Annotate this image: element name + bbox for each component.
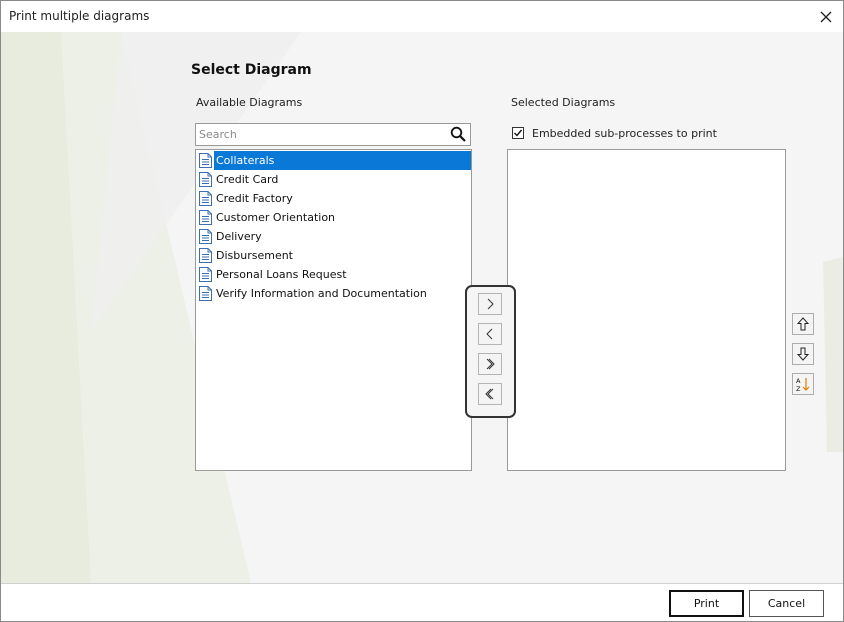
svg-text:A: A	[796, 377, 801, 385]
diagram-doc-icon	[199, 248, 212, 263]
embedded-subprocesses-label[interactable]: Embedded sub-processes to print	[532, 127, 717, 140]
list-item-label: Disbursement	[216, 249, 293, 262]
sort-az-icon: A Z	[796, 377, 810, 392]
print-multiple-diagrams-dialog: Print multiple diagrams Select Diagram A…	[0, 0, 844, 622]
diagram-doc-icon	[199, 229, 212, 244]
page-title: Select Diagram	[191, 62, 312, 78]
list-item[interactable]: Personal Loans Request	[197, 265, 471, 284]
move-left-icon	[486, 328, 493, 340]
diagram-doc-icon	[199, 267, 212, 282]
available-diagrams-label: Available Diagrams	[196, 96, 303, 109]
list-item[interactable]: Credit Factory	[197, 189, 471, 208]
sort-az-button[interactable]: A Z	[792, 373, 814, 395]
dialog-body: Select Diagram Available Diagrams Select…	[1, 32, 843, 583]
move-all-left-icon	[485, 388, 494, 400]
move-all-right-icon	[486, 358, 495, 370]
list-item[interactable]: Collaterals	[197, 151, 471, 170]
move-right-button[interactable]	[478, 293, 502, 315]
close-button[interactable]	[809, 1, 843, 32]
list-item-label: Credit Factory	[216, 192, 293, 205]
embedded-subprocesses-checkbox[interactable]	[512, 127, 524, 139]
close-icon	[820, 11, 832, 22]
title-bar: Print multiple diagrams	[1, 1, 843, 32]
selected-diagrams-list[interactable]	[507, 149, 786, 471]
print-button[interactable]: Print	[669, 590, 744, 617]
list-item-label: Personal Loans Request	[216, 268, 347, 281]
list-item[interactable]: Verify Information and Documentation	[197, 284, 471, 303]
selected-diagrams-label: Selected Diagrams	[511, 96, 616, 109]
diagram-doc-icon	[199, 172, 212, 187]
list-item-label: Credit Card	[216, 173, 279, 186]
move-down-icon	[797, 347, 809, 361]
move-all-right-button[interactable]	[478, 353, 502, 375]
list-item[interactable]: Delivery	[197, 227, 471, 246]
search-input[interactable]	[199, 125, 444, 144]
list-item[interactable]: Credit Card	[197, 170, 471, 189]
diagram-doc-icon	[199, 191, 212, 206]
available-diagrams-list[interactable]: Collaterals Credit Card Credit Factory Cust…	[195, 149, 472, 471]
move-left-button[interactable]	[478, 323, 502, 345]
move-up-button[interactable]	[792, 313, 814, 335]
move-down-button[interactable]	[792, 343, 814, 365]
search-icon[interactable]	[450, 126, 467, 143]
move-up-icon	[797, 317, 809, 331]
list-item-label: Verify Information and Documentation	[216, 287, 427, 300]
list-item-label: Customer Orientation	[216, 211, 336, 224]
dialog-footer: Print Cancel	[1, 583, 843, 621]
window-title: Print multiple diagrams	[9, 9, 150, 23]
list-item[interactable]: Disbursement	[197, 246, 471, 265]
list-item-label: Collaterals	[216, 154, 275, 167]
list-item-label: Delivery	[216, 230, 262, 243]
move-buttons-group	[465, 285, 516, 418]
svg-text:Z: Z	[796, 385, 801, 392]
cancel-button[interactable]: Cancel	[749, 590, 824, 617]
move-right-icon	[487, 298, 494, 310]
diagram-doc-icon	[199, 286, 212, 301]
search-box	[195, 123, 471, 146]
move-all-left-button[interactable]	[478, 383, 502, 405]
checkmark-icon	[514, 129, 523, 137]
diagram-doc-icon	[199, 153, 212, 168]
diagram-doc-icon	[199, 210, 212, 225]
list-item[interactable]: Customer Orientation	[197, 208, 471, 227]
